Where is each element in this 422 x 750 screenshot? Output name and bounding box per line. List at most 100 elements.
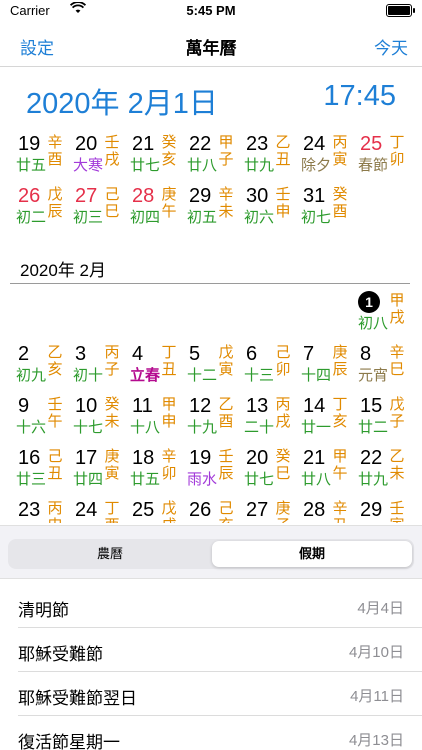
ganzhi-label: 壬申 — [275, 186, 291, 220]
day-cell[interactable]: 24 丙寅 除夕 — [297, 132, 353, 186]
ganzhi-label: 甲戌 — [389, 292, 405, 326]
ganzhi-label: 丁亥 — [332, 396, 348, 430]
day-cell[interactable]: 24 丁酉初一 — [69, 498, 125, 523]
month-days: 1 甲戌 初八 2 乙亥 初九 3 丙子 初十 4 丁丑 立春 5 戊寅 十二 6 己卯 十三 7 庚辰 十四 8 辛巳 元宵… — [0, 286, 422, 523]
ganzhi-label: 辛卯 — [161, 448, 177, 482]
holiday-row[interactable]: 復活節星期一 4月13日 — [0, 716, 422, 750]
day-cell[interactable]: 29 辛未 初五 — [183, 184, 239, 238]
ganzhi-label: 乙亥 — [47, 344, 63, 378]
lunar-date: 二十 — [244, 419, 275, 436]
lunar-date: 初四 — [130, 209, 161, 226]
day-cell[interactable]: 29 壬寅初六 — [354, 498, 410, 523]
status-bar: Carrier 5:45 PM — [0, 0, 422, 22]
lunar-date: 初七 — [301, 209, 332, 226]
day-cell[interactable]: 19 辛酉 廿五 — [12, 132, 68, 186]
day-number: 10 — [75, 395, 98, 417]
day-number: 25 — [360, 133, 383, 155]
holiday-row[interactable]: 清明節 4月4日 — [0, 584, 422, 628]
day-number: 22 — [189, 133, 212, 155]
day-cell[interactable]: 9 壬午 十六 — [12, 394, 68, 448]
selected-date-header: 2020年 2月1日 17:45 — [0, 70, 422, 122]
day-cell[interactable]: 25 戊戌初二 — [126, 498, 182, 523]
holiday-date: 4月10日 — [348, 644, 404, 661]
day-number: 29 — [189, 185, 212, 207]
lunar-date: 十三 — [244, 367, 275, 384]
day-cell[interactable]: 11 甲申 十八 — [126, 394, 182, 448]
day-cell[interactable]: 31 癸酉 初七 — [297, 184, 353, 238]
status-time: 5:45 PM — [186, 3, 236, 18]
day-cell[interactable]: 7 庚辰 十四 — [297, 342, 353, 396]
lunar-date: 初九 — [16, 367, 47, 384]
day-cell[interactable]: 13 丙戌 二十 — [240, 394, 296, 448]
lunar-date: 十八 — [130, 419, 161, 436]
day-cell[interactable]: 27 己巳 初三 — [69, 184, 125, 238]
segment-holidays[interactable]: 假期 — [212, 541, 412, 567]
holiday-row[interactable]: 耶穌受難節翌日 4月11日 — [0, 672, 422, 716]
day-number: 8 — [360, 343, 372, 365]
day-cell[interactable]: 22 甲子 廿八 — [183, 132, 239, 186]
ganzhi-label: 己巳 — [104, 186, 120, 220]
ganzhi-label: 辛酉 — [47, 134, 63, 168]
lunar-date: 大寒 — [73, 157, 104, 174]
day-number: 23 — [18, 499, 41, 521]
ganzhi-label: 壬寅 — [389, 500, 405, 523]
calendar-grid[interactable]: 1 甲戌 初八 2 乙亥 初九 3 丙子 初十 4 丁丑 立春 5 戊寅 十二 6 己卯 十三 7 庚辰 十四 8 辛巳 元宵… — [0, 286, 422, 523]
day-number: 21 — [132, 133, 155, 155]
day-cell[interactable]: 18 辛卯 廿五 — [126, 446, 182, 500]
selected-date[interactable]: 2020年 2月1日 — [26, 80, 218, 122]
page-title: 萬年曆 — [185, 39, 237, 58]
day-number: 25 — [132, 499, 155, 521]
day-number: 23 — [246, 133, 269, 155]
day-number: 6 — [246, 343, 258, 365]
holiday-name: 耶穌受難節翌日 — [18, 689, 137, 708]
day-cell[interactable]: 21 癸亥 廿七 — [126, 132, 182, 186]
day-cell[interactable]: 6 己卯 十三 — [240, 342, 296, 396]
day-cell[interactable]: 23 丙申三十 — [12, 498, 68, 523]
holiday-row[interactable]: 耶穌受難節 4月10日 — [0, 628, 422, 672]
day-cell[interactable]: 1 甲戌 初八 — [354, 290, 410, 344]
day-cell[interactable]: 14 丁亥 廿一 — [297, 394, 353, 448]
day-cell[interactable]: 20 癸巳 廿七 — [240, 446, 296, 500]
day-cell[interactable]: 17 庚寅 廿四 — [69, 446, 125, 500]
day-cell[interactable]: 8 辛巳 元宵 — [354, 342, 410, 396]
day-cell[interactable]: 28 庚午 初四 — [126, 184, 182, 238]
holiday-date: 4月11日 — [350, 688, 404, 705]
holiday-name: 清明節 — [18, 601, 69, 620]
day-cell[interactable]: 20 壬戌 大寒 — [69, 132, 125, 186]
day-number: 30 — [246, 185, 269, 207]
day-cell[interactable]: 19 壬辰 雨水 — [183, 446, 239, 500]
lunar-date: 十九 — [187, 419, 218, 436]
day-number: 24 — [303, 133, 326, 155]
day-number: 20 — [246, 447, 269, 469]
day-cell[interactable]: 5 戊寅 十二 — [183, 342, 239, 396]
ganzhi-label: 丁丑 — [161, 344, 177, 378]
day-cell[interactable]: 26 己亥初三 — [183, 498, 239, 523]
day-cell[interactable]: 26 戊辰 初二 — [12, 184, 68, 238]
day-number: 9 — [18, 395, 30, 417]
day-cell[interactable]: 21 甲午 廿八 — [297, 446, 353, 500]
day-cell[interactable]: 16 己丑 廿三 — [12, 446, 68, 500]
lunar-date: 廿二 — [358, 419, 389, 436]
battery-icon — [386, 4, 415, 17]
ganzhi-label: 乙丑 — [275, 134, 291, 168]
lunar-date: 廿八 — [187, 157, 218, 174]
day-cell[interactable]: 25 丁卯 春節 — [354, 132, 410, 186]
segment-lunar[interactable]: 農曆 — [10, 541, 210, 567]
day-cell[interactable]: 10 癸未 十七 — [69, 394, 125, 448]
selected-time: 17:45 — [323, 80, 396, 112]
day-cell[interactable]: 22 乙未 廿九 — [354, 446, 410, 500]
lunar-date: 初三 — [187, 522, 217, 523]
day-cell[interactable]: 3 丙子 初十 — [69, 342, 125, 396]
ganzhi-label: 丁卯 — [389, 134, 405, 168]
day-cell[interactable]: 28 辛丑初五 — [297, 498, 353, 523]
today-button[interactable]: 今天 — [374, 34, 408, 59]
day-cell[interactable]: 2 乙亥 初九 — [12, 342, 68, 396]
day-cell[interactable]: 12 乙酉 十九 — [183, 394, 239, 448]
day-cell[interactable]: 23 乙丑 廿九 — [240, 132, 296, 186]
day-cell[interactable]: 27 庚子初四 — [240, 498, 296, 523]
day-cell[interactable]: 4 丁丑 立春 — [126, 342, 182, 396]
day-number: 27 — [75, 185, 98, 207]
day-cell[interactable]: 15 戊子 廿二 — [354, 394, 410, 448]
lunar-date: 十六 — [16, 419, 47, 436]
day-cell[interactable]: 30 壬申 初六 — [240, 184, 296, 238]
